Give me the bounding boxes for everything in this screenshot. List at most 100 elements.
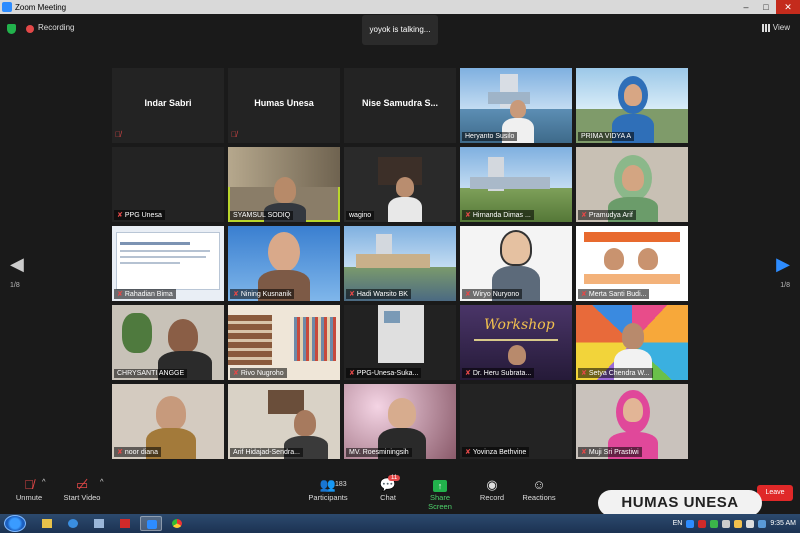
participant-name: PPG-Unesa-Suka... xyxy=(356,369,419,377)
muted-mic-icon: ✘ xyxy=(581,449,587,456)
taskbar-ie-icon[interactable] xyxy=(62,516,84,531)
video-tile[interactable]: ✘ Setya Chendra W... xyxy=(576,305,688,380)
video-tile[interactable]: ✘ Hadi Warsito BK xyxy=(344,226,456,301)
start-video-button[interactable]: ▭̸ Start Video xyxy=(60,477,104,502)
tray-volume-icon[interactable] xyxy=(722,519,731,528)
security-shield-icon[interactable] xyxy=(7,24,16,34)
language-indicator[interactable]: EN xyxy=(673,520,683,527)
video-tile[interactable]: ✘ PPG Unesa xyxy=(112,147,224,222)
muted-mic-icon: ✘ xyxy=(581,291,587,298)
tray-power-icon[interactable] xyxy=(734,519,743,528)
video-tile-screen-share[interactable]: ✘ Rahadian Bima xyxy=(112,226,224,301)
recording-dot-icon xyxy=(26,25,34,33)
video-tile[interactable]: ✘ Hirnanda Dimas ... xyxy=(460,147,572,222)
video-tile-presentation[interactable]: Workshop ✘ Dr. Heru Subrata... xyxy=(460,305,572,380)
taskbar-acrobat-icon[interactable] xyxy=(114,516,136,531)
video-tile[interactable]: ✘ noor diana xyxy=(112,384,224,459)
participant-nameplate: PRIMA VIDYA A xyxy=(578,132,635,141)
video-tile[interactable]: ✘ Nining Kusnanik xyxy=(228,226,340,301)
video-tile[interactable]: ✘ Yovinza Bethvine xyxy=(460,384,572,459)
leave-button[interactable]: Leave xyxy=(757,485,793,501)
participant-name: Wiryo Nuryono xyxy=(472,290,520,298)
record-button[interactable]: ◉ Record xyxy=(476,477,508,502)
participant-nameplate: ✘ Nining Kusnanik xyxy=(230,289,295,299)
view-button[interactable]: View xyxy=(761,23,790,32)
video-tile[interactable]: PRIMA VIDYA A xyxy=(576,68,688,143)
minimize-button[interactable]: – xyxy=(736,0,756,14)
video-tile[interactable]: ✘ Wiryo Nuryono xyxy=(460,226,572,301)
recording-label[interactable]: Recording xyxy=(38,23,74,32)
video-tile[interactable]: Arif Hidajad-Sendra... xyxy=(228,384,340,459)
participant-name: Dr. Heru Subrata... xyxy=(472,369,532,377)
video-tile[interactable]: wagino xyxy=(344,147,456,222)
participant-name: Humas Unesa xyxy=(254,98,314,108)
reactions-button[interactable]: ☺ Reactions xyxy=(520,477,558,502)
video-tile-active-speaker[interactable]: SYAMSUL SODIQ xyxy=(228,147,340,222)
muted-mic-icon: ✘ xyxy=(465,291,471,298)
tray-zoom-icon[interactable] xyxy=(686,519,695,528)
video-tile[interactable]: ✘ PPG-Unesa-Suka... xyxy=(344,305,456,380)
tray-network-icon[interactable] xyxy=(746,519,755,528)
tray-update-icon[interactable] xyxy=(758,519,767,528)
participant-nameplate: Arif Hidajad-Sendra... xyxy=(230,448,303,457)
next-page-arrow-icon[interactable]: ▶ xyxy=(776,254,790,275)
taskbar-mail-icon[interactable] xyxy=(88,516,110,531)
video-options-chevron-icon[interactable]: ^ xyxy=(100,477,104,486)
window-title: Zoom Meeting xyxy=(15,2,67,12)
share-screen-icon: ↑ xyxy=(418,477,462,493)
video-tile[interactable]: ✘ Pramudya Arif xyxy=(576,147,688,222)
record-icon: ◉ xyxy=(486,477,498,492)
video-tile[interactable]: ✘ Muji Sri Prastiwi xyxy=(576,384,688,459)
participant-name: Muji Sri Prastiwi xyxy=(588,448,639,456)
muted-mic-icon: 🎙̸ xyxy=(231,130,237,139)
participant-name: noor diana xyxy=(124,448,158,456)
participant-name: Hirnanda Dimas ... xyxy=(472,211,531,219)
tray-green-icon[interactable] xyxy=(710,519,719,528)
tray-shield-icon[interactable] xyxy=(698,519,707,528)
taskbar-zoom-icon[interactable] xyxy=(140,516,162,531)
unmute-label: Unmute xyxy=(15,493,43,502)
muted-mic-icon: ✘ xyxy=(117,449,123,456)
chat-button[interactable]: 💬 11 Chat xyxy=(374,475,402,502)
view-label: View xyxy=(772,23,790,32)
participant-name: SYAMSUL SODIQ xyxy=(233,212,291,219)
muted-mic-icon: ✘ xyxy=(465,449,471,456)
participant-name: Rivo Nugroho xyxy=(240,369,284,377)
window-controls: – □ ✕ xyxy=(736,0,800,14)
video-tile[interactable]: MV. Roesminingsih xyxy=(344,384,456,459)
muted-mic-icon: ✘ xyxy=(349,291,355,298)
unmute-button[interactable]: 🎙̸ Unmute xyxy=(12,477,46,502)
video-tile[interactable]: Humas Unesa 🎙̸ xyxy=(228,68,340,143)
taskbar-explorer-icon[interactable] xyxy=(36,516,58,531)
zoom-app-icon xyxy=(2,2,12,12)
video-tile[interactable]: Heryanto Susilo xyxy=(460,68,572,143)
maximize-button[interactable]: □ xyxy=(756,0,776,14)
clock-time[interactable]: 9:35 AM xyxy=(770,520,796,527)
video-tile-presentation[interactable]: ✘ Merta Santi Budi... xyxy=(576,226,688,301)
participant-nameplate: ✘ Muji Sri Prastiwi xyxy=(578,447,642,457)
video-tile[interactable]: Indar Sabri 🎙̸ xyxy=(112,68,224,143)
prev-page-arrow-icon[interactable]: ◀ xyxy=(10,254,24,275)
video-tile[interactable]: CHRYSANTI ANGGE xyxy=(112,305,224,380)
chat-unread-badge: 11 xyxy=(388,475,401,481)
participant-nameplate: ✘ Pramudya Arif xyxy=(578,210,636,220)
participant-name: Indar Sabri xyxy=(144,98,192,108)
participant-nameplate: ✘ Dr. Heru Subrata... xyxy=(462,368,535,378)
windows-start-icon[interactable] xyxy=(4,515,26,532)
window-titlebar: Zoom Meeting – □ ✕ xyxy=(0,0,800,14)
video-tile[interactable]: ✘ Rivo Nugroho xyxy=(228,305,340,380)
page-indicator-left: 1/8 xyxy=(10,282,20,289)
video-tile[interactable]: Nise Samudra S... xyxy=(344,68,456,143)
close-button[interactable]: ✕ xyxy=(776,0,800,14)
participant-nameplate: ✘ Rahadian Bima xyxy=(114,289,176,299)
participant-nameplate: Heryanto Susilo xyxy=(462,132,518,141)
participant-name: Rahadian Bima xyxy=(124,290,173,298)
taskbar-chrome-icon[interactable] xyxy=(166,516,188,531)
muted-mic-icon: ✘ xyxy=(349,370,355,377)
audio-options-chevron-icon[interactable]: ^ xyxy=(42,477,46,486)
participants-button[interactable]: 👥 183 Participants xyxy=(306,477,350,502)
share-screen-label: Share Screen xyxy=(428,493,452,511)
muted-mic-icon: ✘ xyxy=(465,212,471,219)
participant-nameplate: ✘ noor diana xyxy=(114,447,161,457)
share-screen-button[interactable]: ↑ Share Screen xyxy=(418,477,462,511)
